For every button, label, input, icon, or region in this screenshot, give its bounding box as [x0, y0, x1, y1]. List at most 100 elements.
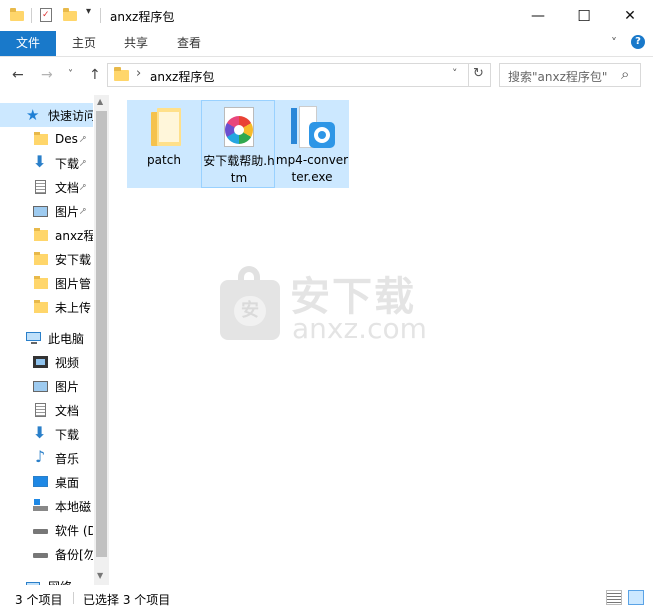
breadcrumb[interactable]: anxz程序包: [150, 68, 214, 85]
folder-icon: [33, 251, 49, 267]
document-icon: [33, 179, 49, 195]
network-icon: [26, 578, 42, 585]
folder-icon: [10, 8, 24, 21]
refresh-icon[interactable]: ↻: [473, 66, 484, 81]
recent-locations-icon[interactable]: ˅: [68, 69, 73, 80]
download-icon: ⬇: [33, 423, 47, 442]
file-item-exe[interactable]: mp4-converter.exe: [275, 100, 349, 188]
file-item-htm[interactable]: 安下载帮助.htm: [201, 100, 275, 188]
nav-network[interactable]: 网络: [0, 574, 93, 585]
desktop-icon: [33, 474, 49, 490]
nav-item-pc-5[interactable]: 桌面: [0, 470, 93, 494]
folder-icon: [33, 299, 49, 315]
tab-home[interactable]: 主页: [66, 31, 102, 56]
nav-item-quick-1[interactable]: ⬇ 下载 ⊸: [0, 151, 93, 175]
address-dropdown-icon[interactable]: ˅: [452, 67, 458, 80]
address-row: ← → ˅ ↑ › anxz程序包 ˅ ↻ 搜索"anxz程序包" ⌕: [0, 57, 653, 93]
properties-icon[interactable]: ✓: [40, 8, 52, 22]
nav-item-quick-4[interactable]: anxz程: [0, 223, 93, 247]
scroll-up-icon[interactable]: ▲: [97, 97, 103, 106]
nav-item-label: 安下载: [55, 252, 92, 267]
scrollbar-thumb[interactable]: [96, 111, 107, 557]
tab-file[interactable]: 文件: [0, 31, 56, 56]
nav-item-label: 视频: [55, 355, 80, 370]
nav-item-pc-2[interactable]: 文档: [0, 398, 93, 422]
nav-item-label: 文档: [55, 180, 80, 195]
folder-icon: [149, 108, 181, 148]
pin-icon: ⊸: [75, 132, 90, 146]
nav-item-quick-5[interactable]: 安下载: [0, 247, 93, 271]
nav-item-pc-4[interactable]: ♪ 音乐: [0, 446, 93, 470]
close-button[interactable]: ✕: [607, 0, 653, 31]
forward-button[interactable]: →: [41, 67, 53, 83]
nav-item-quick-0[interactable]: Des ⊸: [0, 127, 93, 151]
ribbon-tabs: 文件 主页 共享 查看 ˅ ?: [0, 31, 653, 57]
search-icon[interactable]: ⌕: [621, 65, 629, 83]
nav-item-quick-2[interactable]: 文档 ⊸: [0, 175, 93, 199]
drive-icon: [33, 522, 49, 538]
browser-icon: [221, 107, 255, 149]
tab-view[interactable]: 查看: [171, 31, 207, 56]
quick-access-dropdown-icon[interactable]: ▾: [86, 6, 91, 17]
search-box[interactable]: 搜索"anxz程序包" ⌕: [499, 63, 641, 87]
nav-item-pc-1[interactable]: 图片: [0, 374, 93, 398]
large-icons-view-icon[interactable]: [628, 590, 644, 605]
nav-quick-access[interactable]: ★ 快速访问: [0, 103, 93, 127]
nav-item-label: 下载: [55, 156, 80, 171]
details-view-icon[interactable]: [606, 590, 622, 605]
search-input[interactable]: 搜索"anxz程序包": [508, 68, 607, 85]
nav-item-label: 图片管: [55, 276, 92, 291]
up-button[interactable]: ↑: [89, 67, 101, 83]
nav-item-pc-0[interactable]: 视频: [0, 350, 93, 374]
file-item-patch[interactable]: patch: [127, 100, 201, 188]
watermark-url: anxz.com: [292, 312, 427, 345]
address-bar[interactable]: › anxz程序包 ˅ ↻: [107, 63, 491, 87]
watermark: 安 安下载 anxz.com: [218, 260, 438, 350]
nav-item-pc-6[interactable]: 本地磁: [0, 494, 93, 518]
nav-item-label: 备份[勿: [55, 547, 93, 562]
folder-icon: [33, 275, 49, 291]
expand-ribbon-icon[interactable]: ˅: [611, 36, 617, 50]
computer-icon: [26, 330, 42, 346]
nav-item-label: 本地磁: [55, 499, 92, 514]
nav-item-label: Des: [55, 132, 78, 146]
navigation-pane: ★ 快速访问 Des ⊸ ⬇ 下载 ⊸ 文档 ⊸ 图片 ⊸ anxz程 安下载 图片管 未上传 此电脑 …: [0, 95, 109, 585]
nav-item-label: 图片: [55, 204, 80, 219]
download-icon: ⬇: [33, 152, 47, 171]
scroll-down-icon[interactable]: ▼: [97, 571, 103, 580]
nav-item-label: 图片: [55, 379, 80, 394]
tab-share[interactable]: 共享: [118, 31, 154, 56]
nav-item-quick-6[interactable]: 图片管: [0, 271, 93, 295]
nav-item-quick-3[interactable]: 图片 ⊸: [0, 199, 93, 223]
picture-icon: [33, 203, 49, 219]
video-converter-icon: [289, 106, 337, 150]
watermark-badge: 安: [218, 266, 282, 340]
nav-item-label: anxz程: [55, 228, 93, 243]
selection-count: 已选择 3 个项目: [83, 593, 171, 607]
nav-item-label: 软件 (D: [55, 523, 93, 538]
nav-item-quick-7[interactable]: 未上传: [0, 295, 93, 319]
nav-item-label: 未上传: [55, 300, 92, 315]
drive-icon: [33, 498, 49, 514]
folder-icon: [33, 131, 49, 147]
star-icon: ★: [26, 106, 40, 124]
nav-item-pc-3[interactable]: ⬇ 下载: [0, 422, 93, 446]
item-count: 3 个项目: [15, 593, 63, 607]
help-icon[interactable]: ?: [631, 35, 645, 49]
new-folder-icon[interactable]: [63, 8, 77, 21]
nav-item-pc-7[interactable]: 软件 (D: [0, 518, 93, 542]
nav-item-label: 桌面: [55, 475, 80, 490]
minimize-button[interactable]: —: [515, 0, 561, 31]
maximize-button[interactable]: ☐: [561, 0, 607, 31]
nav-item-label: 下载: [55, 427, 80, 442]
nav-scrollbar[interactable]: ▲ ▼: [94, 95, 109, 585]
drive-icon: [33, 546, 49, 562]
nav-this-pc[interactable]: 此电脑: [0, 326, 93, 350]
video-icon: [33, 354, 49, 370]
title-bar: ✓ ▾ anxz程序包 — ☐ ✕: [0, 0, 653, 31]
picture-icon: [33, 378, 49, 394]
back-button[interactable]: ←: [12, 67, 24, 83]
nav-item-pc-8[interactable]: 备份[勿: [0, 542, 93, 566]
nav-item-label: 音乐: [55, 451, 80, 466]
music-icon: ♪: [35, 447, 46, 466]
